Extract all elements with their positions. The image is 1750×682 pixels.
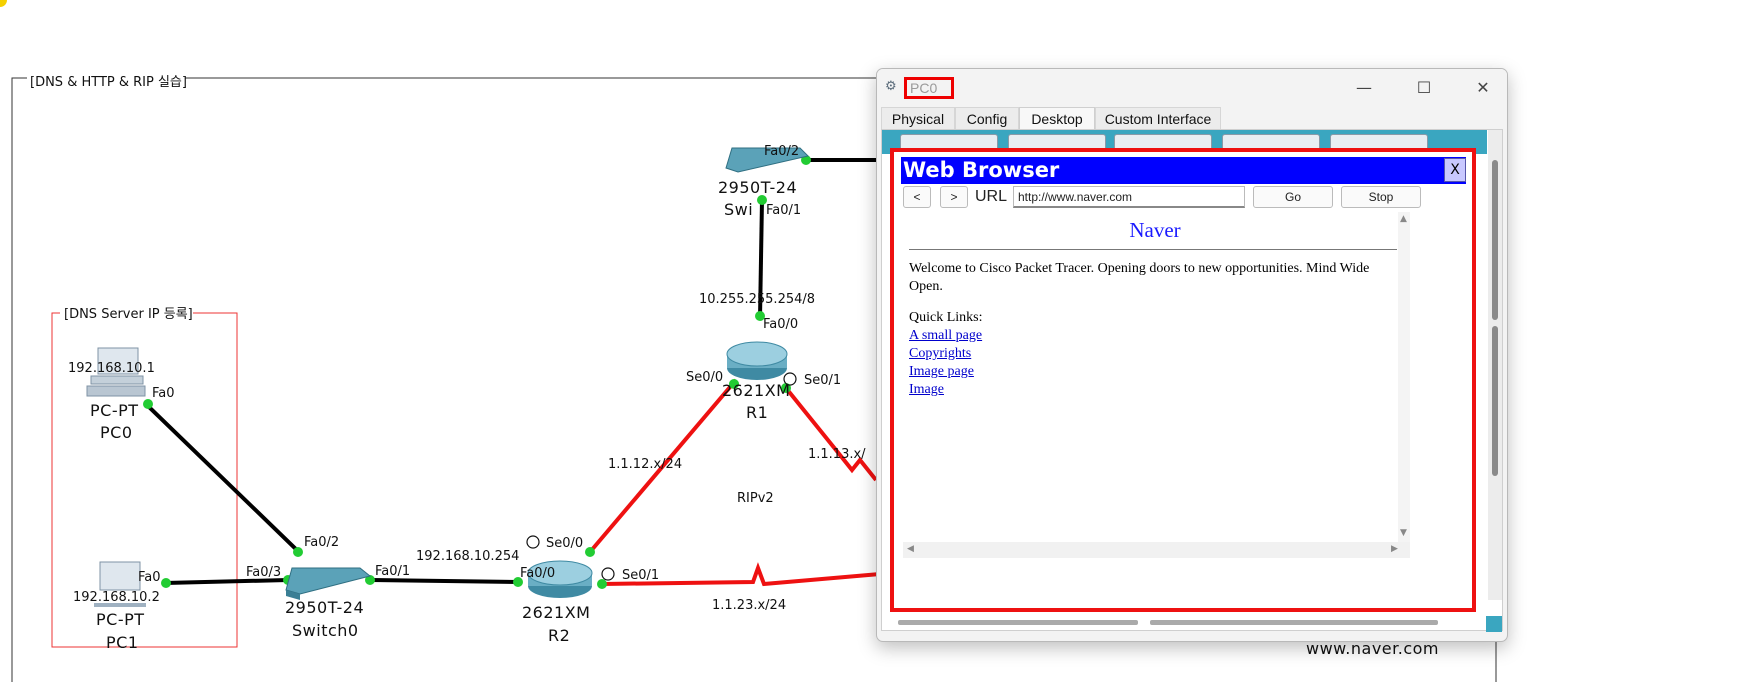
forward-button[interactable]: > xyxy=(940,186,968,208)
pc1-name-label: PC1 xyxy=(106,633,139,652)
tab-physical[interactable]: Physical xyxy=(881,107,955,129)
r2-port-se0-0: Se0/0 xyxy=(546,536,583,551)
close-window-button[interactable]: ✕ xyxy=(1463,75,1503,101)
window-title: PC0 xyxy=(904,77,954,99)
r2-port-fa0-0: Fa0/0 xyxy=(520,566,555,581)
page-divider xyxy=(909,249,1397,250)
scrollbar-thumb[interactable] xyxy=(1492,326,1498,476)
outer-area-border xyxy=(11,77,27,682)
net-r1-r2-label: 1.1.12.x/24 xyxy=(608,457,682,472)
switch0-port-fa0-1: Fa0/1 xyxy=(375,564,410,579)
web-browser-panel: Web Browser X < > URL Go Stop Naver Welc… xyxy=(890,148,1476,612)
desktop-vertical-scrollbar[interactable] xyxy=(1488,130,1502,600)
scroll-down-icon[interactable]: ▼ xyxy=(1400,528,1407,538)
pc1-port-label: Fa0 xyxy=(138,570,161,585)
page-vertical-scrollbar[interactable]: ▲ ▼ xyxy=(1398,212,1410,542)
link-pc1-switch0[interactable] xyxy=(164,578,289,585)
page-body: Welcome to Cisco Packet Tracer. Opening … xyxy=(909,261,1370,294)
scroll-up-icon[interactable]: ▲ xyxy=(1400,214,1407,224)
desktop-corner xyxy=(1486,616,1502,632)
quick-links-title: Quick Links: xyxy=(909,310,983,325)
r2-se0-1-clock-icon xyxy=(601,567,615,581)
stop-button[interactable]: Stop xyxy=(1341,186,1421,208)
maximize-button[interactable]: ☐ xyxy=(1404,75,1444,101)
outer-area-label: [DNS & HTTP & RIP 실습] xyxy=(30,75,187,90)
scroll-left-icon[interactable]: ◀ xyxy=(907,544,914,554)
scroll-right-icon[interactable]: ▶ xyxy=(1391,544,1398,554)
browser-header: Web Browser X xyxy=(901,157,1466,184)
desktop-horizontal-scrollbar[interactable] xyxy=(898,620,1438,626)
switch0-model-label: 2950T-24 xyxy=(285,598,364,617)
rip-label: RIPv2 xyxy=(737,491,774,506)
r2-port-se0-1: Se0/1 xyxy=(622,568,659,583)
url-label: URL xyxy=(975,188,1008,205)
link-copyrights[interactable]: Copyrights xyxy=(909,346,971,362)
url-input[interactable] xyxy=(1013,186,1245,208)
packet-tracer-app-icon: ⚙ xyxy=(885,79,897,94)
r1-port-se0-0: Se0/0 xyxy=(686,370,723,385)
browser-navbar: < > URL Go Stop xyxy=(903,186,1466,210)
browser-page: Naver Welcome to Cisco Packet Tracer. Op… xyxy=(903,212,1407,542)
pc0-port-label: Fa0 xyxy=(152,386,175,401)
page-horizontal-scrollbar[interactable]: ◀ ▶ xyxy=(903,542,1410,558)
switch-top-name-label: Swi xyxy=(724,200,753,219)
pc0-model-label: PC-PT xyxy=(90,401,139,420)
r2-lan-ip-label: 192.168.10.254 xyxy=(416,549,519,564)
scrollbar-thumb[interactable] xyxy=(898,620,1138,625)
hint-marker xyxy=(0,0,7,7)
pc1-ip-label: 192.168.10.2 xyxy=(73,590,160,605)
r2-model-label: 2621XM xyxy=(522,603,590,622)
pc1-model-label: PC-PT xyxy=(96,610,145,629)
link-image-page[interactable]: Image page xyxy=(909,364,974,380)
switch-top-port-fa0-1: Fa0/1 xyxy=(766,203,801,218)
r1-device[interactable] xyxy=(726,341,788,380)
pc0-ip-label: 192.168.10.1 xyxy=(68,361,155,376)
tab-config[interactable]: Config xyxy=(955,107,1019,129)
link-pc0-switch0[interactable] xyxy=(145,403,302,555)
r1-lan-ip-label: 10.255.255.254/8 xyxy=(699,292,815,307)
switch-top-port-fa0-2: Fa0/2 xyxy=(764,144,799,159)
net-r1-r3-label: 1.1.13.x/ xyxy=(808,447,866,462)
switch-top-model-label: 2950T-24 xyxy=(718,178,797,197)
r2-name-label: R2 xyxy=(548,626,570,645)
browser-title: Web Browser xyxy=(903,158,1060,182)
browser-close-button[interactable]: X xyxy=(1444,158,1466,182)
minimize-button[interactable]: — xyxy=(1344,75,1384,101)
pc0-window[interactable]: ⚙ PC0 — ☐ ✕ Physical Config Desktop Cust… xyxy=(876,68,1508,642)
link-switch0-r2[interactable] xyxy=(369,578,519,584)
tab-desktop[interactable]: Desktop xyxy=(1019,107,1095,129)
link-r1-r3-serial[interactable] xyxy=(784,386,878,482)
r1-model-label: 2621XM xyxy=(722,381,790,400)
scrollbar-thumb[interactable] xyxy=(1492,160,1498,320)
desktop-content: Web Browser X < > URL Go Stop Naver Welc… xyxy=(881,129,1503,632)
scrollbar-thumb[interactable] xyxy=(1150,620,1438,625)
r1-name-label: R1 xyxy=(746,403,768,422)
dns-area-label: [DNS Server IP 등록] xyxy=(64,307,193,322)
r1-port-se0-1: Se0/1 xyxy=(804,373,841,388)
page-title: Naver xyxy=(1129,218,1181,242)
pc0-name-label: PC0 xyxy=(100,423,133,442)
tab-custom-interface[interactable]: Custom Interface xyxy=(1095,107,1221,129)
r1-port-fa0-0: Fa0/0 xyxy=(763,317,798,332)
link-image[interactable]: Image xyxy=(909,382,944,398)
r2-clock-icon xyxy=(526,535,540,549)
window-titlebar[interactable]: ⚙ PC0 — ☐ ✕ xyxy=(877,69,1507,107)
switch0-device[interactable] xyxy=(285,567,372,600)
link-small-page[interactable]: A small page xyxy=(909,328,982,344)
switch0-port-fa0-3: Fa0/3 xyxy=(246,565,281,580)
switch0-name-label: Switch0 xyxy=(292,621,359,640)
go-button[interactable]: Go xyxy=(1253,186,1333,208)
net-r2-r3-label: 1.1.23.x/24 xyxy=(712,598,786,613)
back-button[interactable]: < xyxy=(903,186,931,208)
switch0-port-fa0-2: Fa0/2 xyxy=(304,535,339,550)
